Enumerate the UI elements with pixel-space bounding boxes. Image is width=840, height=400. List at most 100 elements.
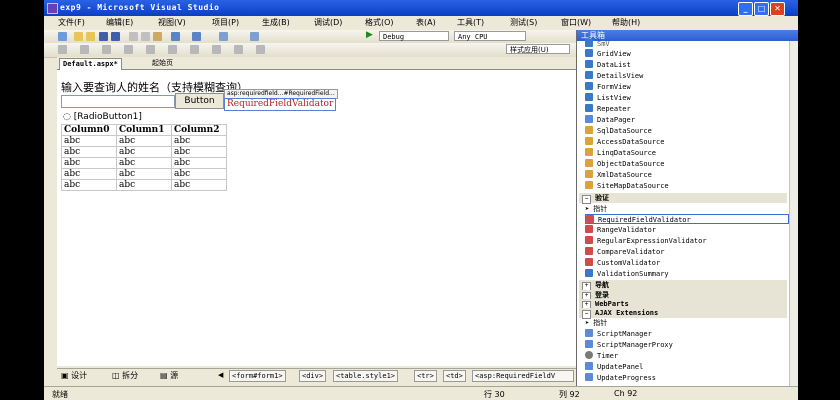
datapager-icon xyxy=(585,115,593,123)
toolbox-item-pointer[interactable]: ➤ 指针 xyxy=(585,204,789,214)
style-application-dropdown[interactable]: 样式应用(U) xyxy=(506,44,570,54)
size-icon[interactable] xyxy=(146,45,155,54)
toolbox-item-ajax-pointer[interactable]: ➤ 指针 xyxy=(585,318,789,328)
tab-design-view[interactable]: ▣ 设计 xyxy=(61,370,87,381)
title-bar[interactable]: exp9 - Microsoft Visual Studio _ □ ✕ xyxy=(44,0,798,16)
new-project-icon[interactable] xyxy=(58,32,67,41)
toolbox-item-datapager[interactable]: DataPager xyxy=(585,115,789,125)
menu-debug[interactable]: 调试(D) xyxy=(314,17,342,28)
toolbox-scrollbar[interactable] xyxy=(789,41,798,386)
menu-format[interactable]: 格式(O) xyxy=(365,17,394,28)
toolbox-item-comparevalidator[interactable]: CompareValidator xyxy=(585,247,789,257)
align-icon[interactable] xyxy=(80,45,89,54)
menu-table[interactable]: 表(A) xyxy=(416,17,436,28)
toolbox-item-objectdatasource[interactable]: ObjectDataSource xyxy=(585,159,789,169)
find-icon[interactable] xyxy=(250,32,259,41)
menu-tools[interactable]: 工具(T) xyxy=(457,17,484,28)
toolbox-item-datalist[interactable]: DataList xyxy=(585,60,789,70)
tab-start-page[interactable]: 起始页 xyxy=(149,58,176,69)
open-folder-icon[interactable] xyxy=(86,32,95,41)
toolbox-item-formview[interactable]: FormView xyxy=(585,82,789,92)
breadcrumb-form[interactable]: <form#form1> xyxy=(229,370,286,382)
datalist-icon xyxy=(585,60,593,68)
toolbox-item-gridview[interactable]: GridView xyxy=(585,49,789,59)
table-cell: abc xyxy=(171,135,227,147)
table-cell: abc xyxy=(171,179,227,191)
spacing-icon[interactable] xyxy=(168,45,177,54)
toolbox-item-timer[interactable]: Timer xyxy=(585,351,789,361)
navigate-icon[interactable] xyxy=(219,32,228,41)
table-cell: abc xyxy=(116,135,172,147)
query-button[interactable]: Button xyxy=(175,93,224,109)
breadcrumb-div[interactable]: <div> xyxy=(299,370,327,382)
tab-default-aspx[interactable]: Default.aspx* xyxy=(59,58,122,70)
cut-icon[interactable] xyxy=(129,32,138,41)
toolbox-item-repeater[interactable]: Repeater xyxy=(585,104,789,114)
toolbox-item-updatepanel[interactable]: UpdatePanel xyxy=(585,362,789,372)
toolbox-item[interactable]: SmV xyxy=(585,39,789,49)
toolbox-item-listview[interactable]: ListView xyxy=(585,93,789,103)
maximize-button[interactable]: □ xyxy=(754,2,769,16)
toolbox-item-customvalidator[interactable]: CustomValidator xyxy=(585,258,789,268)
menu-project[interactable]: 项目(P) xyxy=(212,17,239,28)
menu-build[interactable]: 生成(B) xyxy=(262,17,290,28)
minimize-button[interactable]: _ xyxy=(738,2,753,16)
toolbox-item-scriptmanager[interactable]: ScriptManager xyxy=(585,329,789,339)
toolbox-item-sitemapdatasource[interactable]: SiteMapDataSource xyxy=(585,181,789,191)
menu-file[interactable]: 文件(F) xyxy=(58,17,85,28)
align-center-icon[interactable] xyxy=(102,45,111,54)
menu-view[interactable]: 视图(V) xyxy=(158,17,186,28)
open-icon[interactable] xyxy=(74,32,83,41)
undo-icon[interactable] xyxy=(171,32,180,41)
toolbox-item-updateprogress[interactable]: UpdateProgress xyxy=(585,373,789,383)
snap-icon[interactable] xyxy=(256,45,265,54)
tab-source-view[interactable]: ▤ 源 xyxy=(160,370,178,381)
design-surface[interactable]: 输入要查询人的姓名（支持模糊查询） Button asp:requiredfie… xyxy=(57,70,576,366)
radio-button[interactable]: ◌ [RadioButton1] xyxy=(63,112,142,122)
toolbox-item-xmldatasource[interactable]: XmlDataSource xyxy=(585,170,789,180)
lock-icon[interactable] xyxy=(212,45,221,54)
toolbox-item-rangevalidator[interactable]: RangeValidator xyxy=(585,225,789,235)
grid-icon[interactable] xyxy=(234,45,243,54)
gridview-table[interactable]: Column0 Column1 Column2 abc abc abc abc … xyxy=(61,124,227,191)
toolbox-group-validation[interactable]: − 验证 xyxy=(579,193,787,204)
breadcrumb-table[interactable]: <table.style1> xyxy=(333,370,399,382)
scriptmanager-icon xyxy=(585,329,593,337)
required-field-validator[interactable]: RequiredFieldValidator xyxy=(224,98,337,111)
save-icon[interactable] xyxy=(99,32,108,41)
toolbox-item-detailsview[interactable]: DetailsView xyxy=(585,71,789,81)
toolbox-item-sqldatasource[interactable]: SqlDataSource xyxy=(585,126,789,136)
layout-icon[interactable] xyxy=(58,45,67,54)
copy-icon[interactable] xyxy=(141,32,150,41)
table-row: abc abc abc xyxy=(61,157,227,169)
table-row: abc abc abc xyxy=(61,146,227,158)
name-input[interactable] xyxy=(61,95,175,108)
breadcrumb-left-arrow[interactable]: ◀ xyxy=(218,370,223,381)
redo-icon[interactable] xyxy=(192,32,201,41)
toolbox-group-ajax[interactable]: − AJAX Extensions xyxy=(579,308,787,319)
breadcrumb-td[interactable]: <td> xyxy=(443,370,466,382)
toolbox-group-navigation[interactable]: + 导航 xyxy=(579,280,787,291)
menu-test[interactable]: 测试(S) xyxy=(510,17,537,28)
tab-split-view[interactable]: ◫ 拆分 xyxy=(112,370,138,381)
toolbox-item-validationsummary[interactable]: ValidationSummary xyxy=(585,269,789,279)
menu-edit[interactable]: 编辑(E) xyxy=(106,17,133,28)
toolbox-item-regexvalidator[interactable]: RegularExpressionValidator xyxy=(585,236,789,246)
config-dropdown[interactable]: Debug xyxy=(379,31,449,41)
toolbox-item-requiredfieldvalidator[interactable]: RequiredFieldValidator xyxy=(585,214,789,224)
breadcrumb-validator[interactable]: <asp:RequiredFieldV xyxy=(472,370,574,382)
align-right-icon[interactable] xyxy=(124,45,133,54)
close-button[interactable]: ✕ xyxy=(770,2,785,16)
summary-icon xyxy=(585,269,593,277)
breadcrumb-tr[interactable]: <tr> xyxy=(414,370,437,382)
platform-dropdown[interactable]: Any CPU xyxy=(454,31,526,41)
save-all-icon[interactable] xyxy=(111,32,120,41)
menu-window[interactable]: 窗口(W) xyxy=(561,17,591,28)
menu-help[interactable]: 帮助(H) xyxy=(612,17,640,28)
toolbox-item-scriptmanagerproxy[interactable]: ScriptManagerProxy xyxy=(585,340,789,350)
toolbox-item-linqdatasource[interactable]: LinqDataSource xyxy=(585,148,789,158)
start-debug-icon[interactable]: ▶ xyxy=(366,30,373,40)
order-icon[interactable] xyxy=(190,45,199,54)
toolbox-item-accessdatasource[interactable]: AccessDataSource xyxy=(585,137,789,147)
paste-icon[interactable] xyxy=(153,32,162,41)
